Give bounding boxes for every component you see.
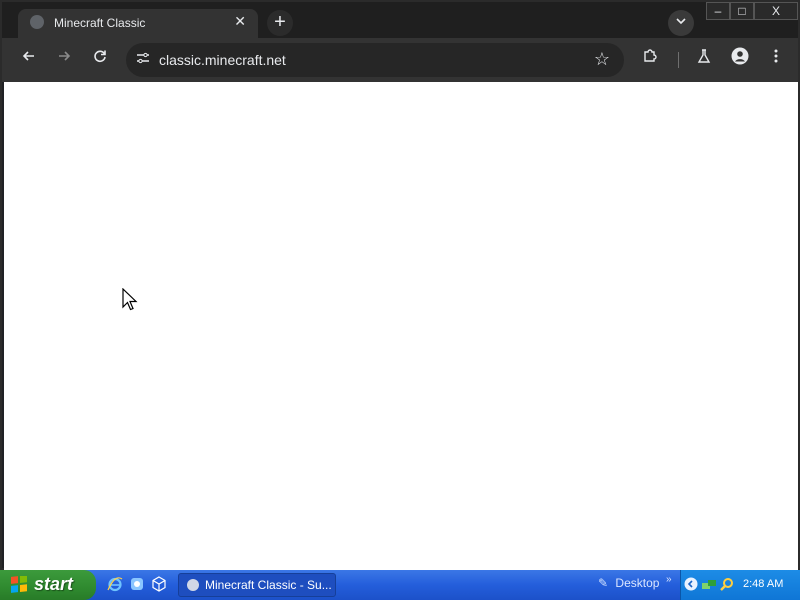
kebab-menu-icon — [774, 49, 778, 63]
desktop-pen-icon: ✎ — [598, 576, 609, 590]
page-content[interactable] — [4, 82, 798, 570]
address-bar[interactable]: classic.minecraft.net ☆ — [126, 43, 624, 77]
start-button[interactable]: start — [0, 570, 96, 600]
star-icon[interactable]: ☆ — [594, 49, 610, 70]
forward-button[interactable] — [51, 47, 77, 73]
tune-icon[interactable] — [134, 51, 152, 69]
browser-quicklaunch-icon[interactable] — [128, 576, 146, 594]
tab-strip: Minecraft Classic ✕ + – □ X — [2, 2, 798, 38]
cube-app-icon[interactable] — [150, 576, 168, 594]
person-icon — [731, 47, 749, 65]
tab-title: Minecraft Classic — [54, 16, 146, 30]
windows-flag-icon — [11, 576, 27, 593]
new-tab-button[interactable]: + — [267, 10, 293, 36]
network-icon[interactable] — [701, 577, 717, 593]
desktop-label: Desktop — [615, 576, 660, 590]
desktop-toolbar[interactable]: ✎ Desktop — [598, 576, 659, 590]
minimize-button[interactable]: – — [706, 2, 730, 20]
arrow-right-icon — [59, 51, 71, 61]
arrow-left-icon — [22, 51, 34, 61]
search-tray-icon[interactable] — [719, 577, 735, 593]
reload-icon — [94, 50, 106, 63]
back-button[interactable] — [16, 47, 42, 73]
system-tray: 2:48 AM — [680, 570, 800, 600]
taskbar-window-title: Minecraft Classic - Su... — [205, 578, 332, 592]
puzzle-icon — [644, 49, 657, 62]
browser-window: Minecraft Classic ✕ + – □ X classic.mine… — [0, 0, 800, 570]
toolbar-divider — [678, 52, 679, 68]
chrome-app-icon — [187, 579, 199, 591]
tab-close-icon[interactable]: ✕ — [234, 13, 246, 30]
internet-explorer-icon[interactable] — [106, 576, 124, 594]
taskbar-window-button[interactable]: Minecraft Classic - Su... — [178, 573, 336, 597]
browser-toolbar: classic.minecraft.net ☆ — [2, 38, 798, 82]
toolbar-overflow-chevron-icon[interactable]: » — [666, 574, 672, 585]
start-label: start — [34, 574, 74, 594]
flask-icon — [697, 49, 711, 63]
tray-expand-icon[interactable] — [683, 577, 699, 593]
close-window-button[interactable]: X — [754, 2, 798, 20]
maximize-button[interactable]: □ — [730, 2, 754, 20]
menu-button[interactable] — [763, 47, 789, 73]
extensions-button[interactable] — [637, 47, 663, 73]
labs-button[interactable] — [691, 47, 717, 73]
globe-icon — [30, 15, 44, 29]
clock: 2:48 AM — [743, 578, 784, 590]
reload-button[interactable] — [87, 47, 113, 73]
taskbar: start Minecraft Classic - Su... ✎ Deskto… — [0, 570, 800, 600]
tab-search-chevron-icon[interactable] — [668, 10, 694, 36]
mouse-cursor-icon — [122, 288, 138, 311]
url-text[interactable]: classic.minecraft.net — [159, 52, 286, 68]
tab-minecraft-classic[interactable]: Minecraft Classic ✕ — [18, 9, 258, 38]
profile-button[interactable] — [727, 47, 753, 73]
